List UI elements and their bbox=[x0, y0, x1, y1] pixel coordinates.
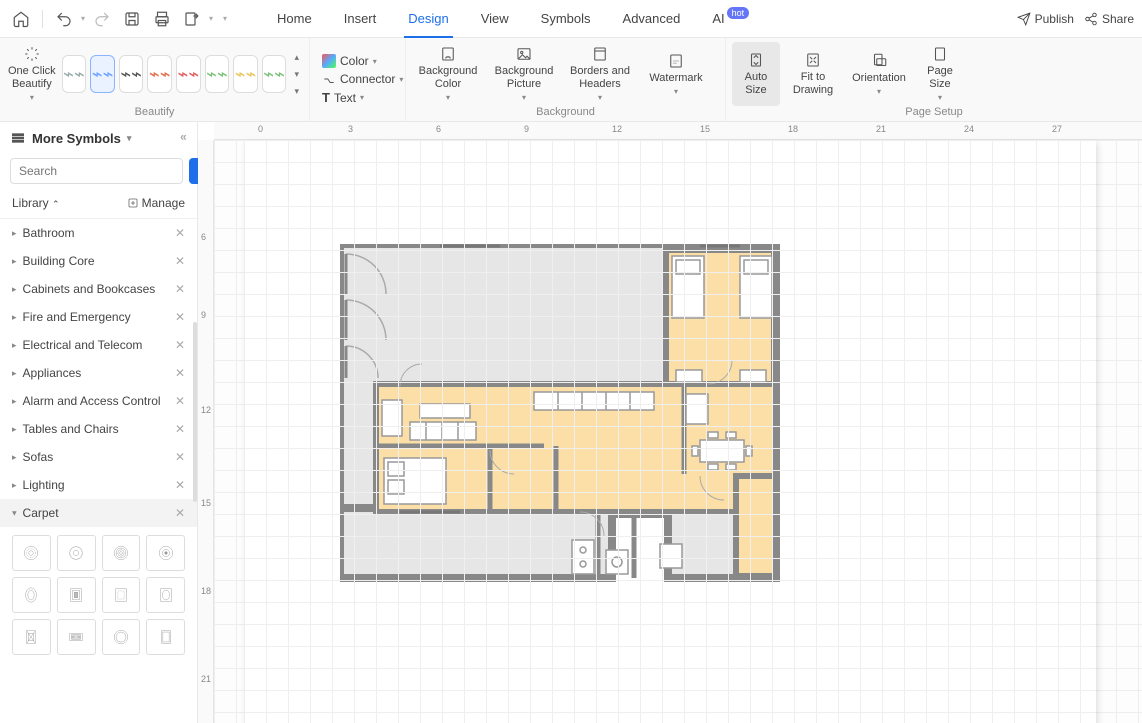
theme-7[interactable]: ⌁⌁ bbox=[233, 55, 258, 93]
theme-2[interactable]: ⌁⌁ bbox=[90, 55, 115, 93]
ruler-horizontal: 0 3 6 9 12 15 18 21 24 27 bbox=[214, 122, 1142, 140]
save-icon[interactable] bbox=[119, 6, 145, 32]
carpet-shape[interactable] bbox=[57, 535, 96, 571]
ruler-vertical: 6 9 12 15 18 21 bbox=[198, 140, 214, 723]
library-list: ▸Bathroom✕ ▸Building Core✕ ▸Cabinets and… bbox=[0, 219, 197, 723]
canvas-area: 0 3 6 9 12 15 18 21 24 27 6 9 12 15 18 2… bbox=[198, 122, 1142, 723]
close-icon[interactable]: ✕ bbox=[175, 366, 185, 380]
carpet-shape[interactable] bbox=[12, 535, 51, 571]
carpet-shape[interactable] bbox=[57, 619, 96, 655]
sidebar-title-row: More Symbols▾ » bbox=[0, 122, 197, 154]
carpet-shapes bbox=[0, 527, 197, 663]
drawing-page[interactable] bbox=[244, 140, 1096, 723]
floor-plan[interactable] bbox=[340, 244, 780, 582]
orientation-button[interactable]: Orientation▾ bbox=[846, 42, 912, 106]
lib-appliances[interactable]: ▸Appliances✕ bbox=[0, 359, 197, 387]
background-color-button[interactable]: Background Color▾ bbox=[412, 42, 484, 106]
beautify-label: Beautify bbox=[6, 106, 303, 120]
background-picture-button[interactable]: Background Picture▾ bbox=[488, 42, 560, 106]
redo-icon[interactable] bbox=[89, 6, 115, 32]
close-icon[interactable]: ✕ bbox=[175, 422, 185, 436]
hot-badge: hot bbox=[727, 7, 750, 19]
tab-ai[interactable]: AIhot bbox=[696, 0, 765, 38]
lib-cabinets[interactable]: ▸Cabinets and Bookcases✕ bbox=[0, 275, 197, 303]
carpet-shape[interactable] bbox=[57, 577, 96, 613]
one-click-beautify[interactable]: One Click Beautify▾ bbox=[6, 42, 58, 106]
search-input[interactable] bbox=[10, 158, 183, 184]
carpet-shape[interactable] bbox=[146, 535, 185, 571]
export-icon[interactable] bbox=[179, 6, 205, 32]
close-icon[interactable]: ✕ bbox=[175, 226, 185, 240]
lib-sofas[interactable]: ▸Sofas✕ bbox=[0, 443, 197, 471]
lib-building-core[interactable]: ▸Building Core✕ bbox=[0, 247, 197, 275]
auto-size-button[interactable]: Auto Size bbox=[732, 42, 780, 106]
home-icon[interactable] bbox=[8, 6, 34, 32]
close-icon[interactable]: ✕ bbox=[175, 394, 185, 408]
theme-scroll[interactable]: ▴▾▾ bbox=[290, 52, 303, 97]
background-label: Background bbox=[412, 106, 719, 120]
close-icon[interactable]: ✕ bbox=[175, 450, 185, 464]
page-size-button[interactable]: Page Size▾ bbox=[916, 42, 964, 106]
lib-lighting[interactable]: ▸Lighting✕ bbox=[0, 471, 197, 499]
drawing-canvas[interactable] bbox=[214, 140, 1142, 723]
lib-fire[interactable]: ▸Fire and Emergency✕ bbox=[0, 303, 197, 331]
lib-tables[interactable]: ▸Tables and Chairs✕ bbox=[0, 415, 197, 443]
close-icon[interactable]: ✕ bbox=[175, 310, 185, 324]
connector-dropdown[interactable]: Connector▾ bbox=[322, 72, 403, 86]
carpet-shape[interactable] bbox=[12, 577, 51, 613]
theme-4[interactable]: ⌁⌁ bbox=[147, 55, 172, 93]
share-button[interactable]: Share bbox=[1084, 12, 1134, 26]
carpet-shape[interactable] bbox=[102, 619, 141, 655]
main-area: More Symbols▾ » Search Library ⌃ Manage … bbox=[0, 122, 1142, 723]
collapse-sidebar-icon[interactable]: » bbox=[180, 131, 187, 145]
tab-design[interactable]: Design bbox=[392, 0, 464, 38]
publish-button[interactable]: Publish bbox=[1017, 12, 1074, 26]
tab-insert[interactable]: Insert bbox=[328, 0, 393, 38]
top-toolbar: ▾ ▾ ▾ Home Insert Design View Symbols Ad… bbox=[0, 0, 1142, 38]
close-icon[interactable]: ✕ bbox=[175, 506, 185, 520]
fit-to-drawing-button[interactable]: Fit to Drawing bbox=[784, 42, 842, 106]
lib-bathroom[interactable]: ▸Bathroom✕ bbox=[0, 219, 197, 247]
manage-button[interactable]: Manage bbox=[127, 196, 185, 210]
tab-home[interactable]: Home bbox=[261, 0, 328, 38]
undo-icon[interactable] bbox=[51, 6, 77, 32]
theme-1[interactable]: ⌁⌁ bbox=[62, 55, 87, 93]
library-label[interactable]: Library ⌃ bbox=[12, 196, 60, 210]
theme-3[interactable]: ⌁⌁ bbox=[119, 55, 144, 93]
carpet-shape[interactable] bbox=[146, 577, 185, 613]
lib-electrical[interactable]: ▸Electrical and Telecom✕ bbox=[0, 331, 197, 359]
ribbon: One Click Beautify▾ ⌁⌁ ⌁⌁ ⌁⌁ ⌁⌁ ⌁⌁ ⌁⌁ ⌁⌁… bbox=[0, 38, 1142, 122]
tab-view[interactable]: View bbox=[465, 0, 525, 38]
color-dropdown[interactable]: Color▾ bbox=[322, 54, 403, 68]
watermark-button[interactable]: Watermark▾ bbox=[640, 42, 712, 106]
page-setup-label: Page Setup bbox=[732, 106, 1136, 120]
close-icon[interactable]: ✕ bbox=[175, 478, 185, 492]
theme-8[interactable]: ⌁⌁ bbox=[262, 55, 287, 93]
symbols-sidebar: More Symbols▾ » Search Library ⌃ Manage … bbox=[0, 122, 198, 723]
menu-tabs: Home Insert Design View Symbols Advanced… bbox=[261, 0, 765, 38]
print-icon[interactable] bbox=[149, 6, 175, 32]
close-icon[interactable]: ✕ bbox=[175, 254, 185, 268]
theme-5[interactable]: ⌁⌁ bbox=[176, 55, 201, 93]
close-icon[interactable]: ✕ bbox=[175, 338, 185, 352]
carpet-shape[interactable] bbox=[12, 619, 51, 655]
lib-carpet[interactable]: ▸Carpet✕ bbox=[0, 499, 197, 527]
carpet-shape[interactable] bbox=[102, 535, 141, 571]
tab-symbols[interactable]: Symbols bbox=[525, 0, 607, 38]
theme-6[interactable]: ⌁⌁ bbox=[205, 55, 230, 93]
borders-headers-button[interactable]: Borders and Headers▾ bbox=[564, 42, 636, 106]
sidebar-title: More Symbols bbox=[32, 131, 121, 146]
tab-advanced[interactable]: Advanced bbox=[607, 0, 697, 38]
close-icon[interactable]: ✕ bbox=[175, 282, 185, 296]
carpet-shape[interactable] bbox=[102, 577, 141, 613]
text-dropdown[interactable]: TText▾ bbox=[322, 90, 403, 105]
sidebar-scrollbar[interactable] bbox=[193, 322, 197, 502]
carpet-shape[interactable] bbox=[146, 619, 185, 655]
lib-alarm[interactable]: ▸Alarm and Access Control✕ bbox=[0, 387, 197, 415]
